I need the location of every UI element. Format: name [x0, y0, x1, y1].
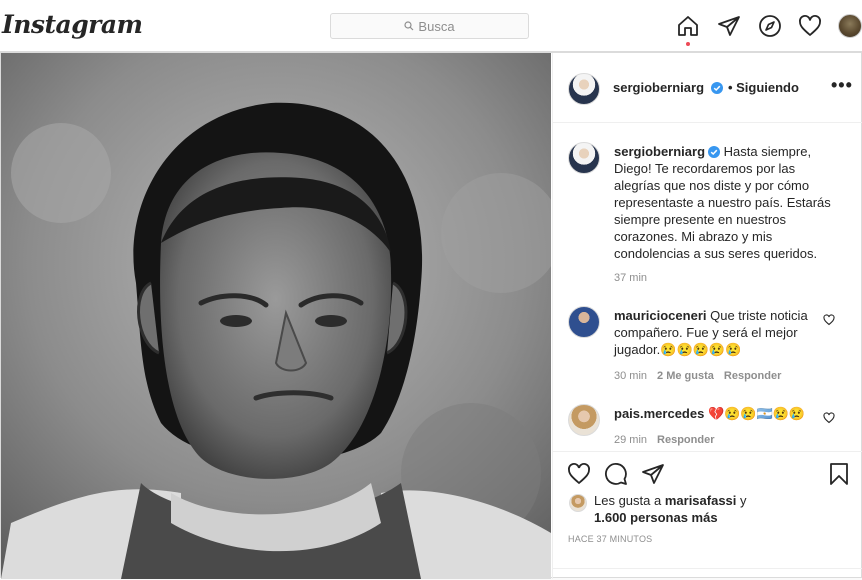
instagram-logo[interactable]: Instagram: [2, 10, 143, 39]
comments-list: sergioberniarg Hasta siempre, Diego! Te …: [553, 124, 862, 502]
caption-text: Hasta siempre, Diego! Te recordaremos po…: [614, 144, 831, 261]
search-input[interactable]: Busca: [330, 13, 529, 39]
profile-avatar[interactable]: [838, 14, 862, 38]
top-navigation-bar: Instagram Busca: [0, 0, 862, 52]
comment-like-icon[interactable]: [823, 412, 835, 424]
verified-icon: [708, 146, 721, 158]
comment-time: 30 min: [614, 370, 648, 382]
more-icon[interactable]: •••: [831, 75, 853, 96]
verified-icon: [711, 82, 724, 94]
caption-username[interactable]: sergioberniarg: [614, 144, 705, 159]
heart-icon[interactable]: [567, 462, 591, 486]
caption-avatar[interactable]: [568, 142, 600, 174]
liker-avatar[interactable]: [569, 494, 587, 512]
comment-meta: 29 min Responder: [614, 434, 715, 446]
post-container: sergioberniarg • Siguiendo ••• sergiober…: [0, 52, 862, 579]
caption: sergioberniarg Hasta siempre, Diego! Te …: [614, 143, 839, 262]
reply-button[interactable]: Responder: [724, 370, 781, 382]
comment: mauricioceneri Que triste noticia compañ…: [614, 307, 829, 358]
likes-prefix: Les gusta a: [594, 493, 662, 508]
comment-like-icon[interactable]: [823, 314, 835, 326]
direct-icon[interactable]: [717, 14, 741, 38]
post-actions: Les gusta a marisafassi y 1.600 personas…: [553, 451, 862, 579]
post-timestamp[interactable]: HACE 37 MINUTOS: [568, 534, 652, 544]
caption-time: 37 min: [614, 272, 648, 284]
share-icon[interactable]: [641, 462, 665, 486]
likes-count[interactable]: 1.600 personas más: [594, 510, 718, 525]
comment-username[interactable]: pais.mercedes: [614, 406, 704, 421]
comment-meta: 30 min 2 Me gusta Responder: [614, 370, 781, 382]
comment-likes[interactable]: 2 Me gusta: [657, 370, 714, 382]
comment-avatar[interactable]: [568, 306, 600, 338]
notification-dot: [686, 42, 690, 46]
author-avatar[interactable]: [568, 73, 600, 105]
search-placeholder: Busca: [418, 18, 455, 34]
post-photo: [1, 53, 551, 579]
likes-user[interactable]: marisafassi: [665, 493, 737, 508]
post-sidebar: sergioberniarg • Siguiendo ••• sergiober…: [552, 53, 862, 579]
home-icon[interactable]: [676, 14, 700, 38]
reply-button[interactable]: Responder: [657, 434, 714, 446]
author-info: sergioberniarg • Siguiendo: [613, 79, 799, 97]
comment-avatar[interactable]: [568, 404, 600, 436]
explore-icon[interactable]: [758, 14, 782, 38]
likes-suffix: y: [740, 493, 747, 508]
comment: pais.mercedes 💔😢😢🇦🇷😢😢: [614, 405, 829, 422]
portrait-image: [1, 53, 551, 579]
add-comment-area[interactable]: [553, 568, 862, 580]
follow-status[interactable]: • Siguiendo: [728, 80, 799, 95]
save-icon[interactable]: [827, 462, 851, 486]
likes-summary[interactable]: Les gusta a marisafassi y 1.600 personas…: [594, 492, 794, 526]
comment-username[interactable]: mauricioceneri: [614, 308, 707, 323]
comment-time: 29 min: [614, 434, 648, 446]
heart-icon[interactable]: [798, 14, 822, 38]
comment-text: 💔😢😢🇦🇷😢😢: [707, 406, 806, 421]
author-username[interactable]: sergioberniarg: [613, 80, 704, 95]
comment-icon[interactable]: [604, 462, 628, 486]
search-icon: [404, 21, 414, 31]
post-header: sergioberniarg • Siguiendo •••: [553, 53, 862, 123]
